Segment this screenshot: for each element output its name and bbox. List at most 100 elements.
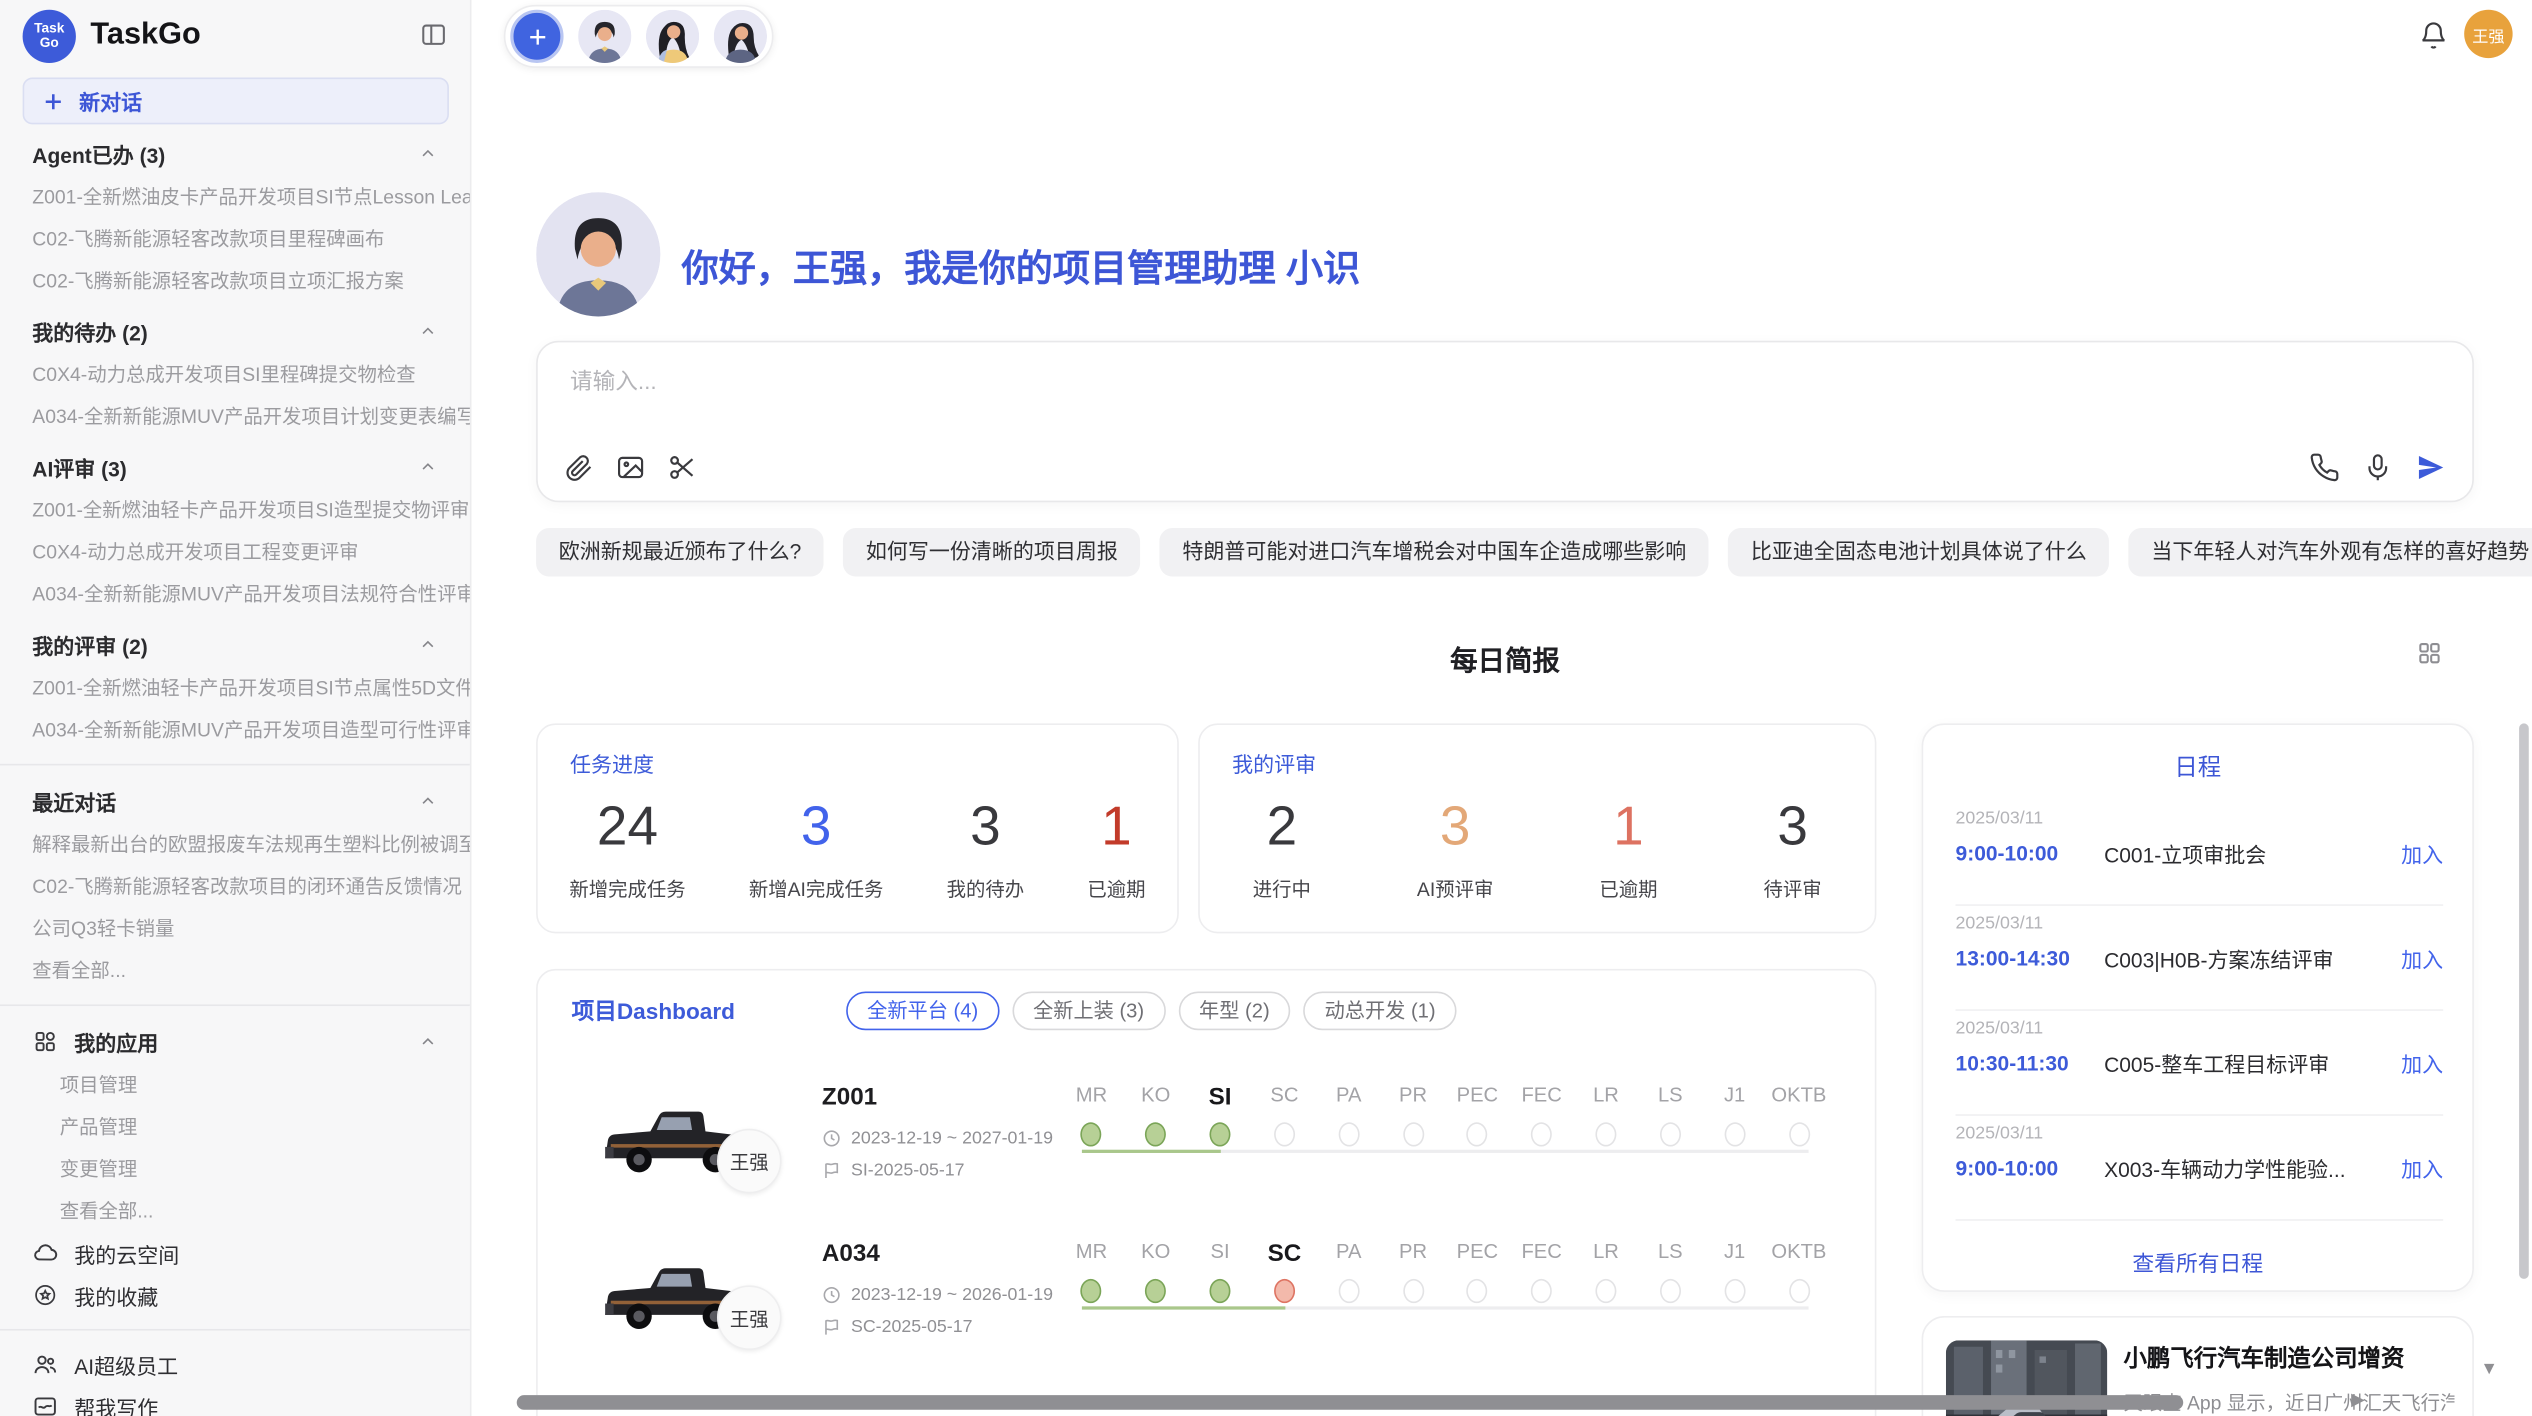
add-member-button[interactable] xyxy=(510,10,563,63)
milestone-dot-done[interactable] xyxy=(1145,1279,1166,1303)
view-all-apps-link[interactable]: 查看全部... xyxy=(0,1190,470,1232)
my-review-card: 我的评审 2进行中 3AI预评审 1已逾期 3待评审 xyxy=(1198,723,1876,933)
sidebar-item[interactable]: C02-飞腾新能源轻客改款项目的闭环通告反馈情况 xyxy=(0,866,470,908)
project-row[interactable]: 王强 Z001 2023-12-19 ~ 2027-01-19 SI-2025-… xyxy=(538,1067,1877,1224)
paperclip-icon[interactable] xyxy=(564,452,595,483)
tab-powertrain-dev[interactable]: 动总开发 (1) xyxy=(1304,991,1457,1030)
suggestion-chip[interactable]: 特朗普可能对进口汽车增税会对中国车企造成哪些影响 xyxy=(1160,528,1709,576)
sidebar-item-cloud-space[interactable]: 我的云空间 xyxy=(0,1232,470,1274)
milestone-dot[interactable] xyxy=(1595,1122,1616,1146)
flag-icon xyxy=(822,1318,841,1337)
milestone-dot[interactable] xyxy=(1467,1122,1488,1146)
section-header-agent-done[interactable]: Agent已办 (3) xyxy=(0,131,470,176)
project-date-range: 2023-12-19 ~ 2026-01-19 xyxy=(851,1285,1053,1304)
chevron-up-icon[interactable] xyxy=(418,1032,437,1051)
view-all-recent-link[interactable]: 查看全部... xyxy=(0,950,470,992)
vertical-scrollbar-thumb[interactable] xyxy=(2519,723,2529,1278)
sidebar-item[interactable]: A034-全新新能源MUV产品开发项目造型可行性评审 xyxy=(0,709,470,751)
stat-label: 已逾期 xyxy=(1087,875,1145,902)
sidebar-item[interactable]: C0X4-动力总成开发项目工程变更评审 xyxy=(0,531,470,573)
sidebar-collapse-icon[interactable] xyxy=(420,21,447,48)
view-all-schedule-link[interactable]: 查看所有日程 xyxy=(1923,1245,2472,1277)
tab-new-platform[interactable]: 全新平台 (4) xyxy=(846,991,999,1030)
tab-year-model[interactable]: 年型 (2) xyxy=(1178,991,1291,1030)
horizontal-scrollbar-thumb[interactable] xyxy=(517,1395,2183,1410)
section-header-my-apps[interactable]: 我的应用 xyxy=(0,1019,470,1064)
send-icon[interactable] xyxy=(2416,452,2447,483)
milestone-dot[interactable] xyxy=(1338,1122,1359,1146)
sidebar-app-product-mgmt[interactable]: 产品管理 xyxy=(0,1106,470,1148)
avatar[interactable] xyxy=(714,10,767,63)
chat-input[interactable] xyxy=(570,368,1700,394)
scissors-icon[interactable] xyxy=(667,452,698,483)
milestone-dot[interactable] xyxy=(1531,1122,1552,1146)
tab-new-body[interactable]: 全新上装 (3) xyxy=(1012,991,1165,1030)
milestone-dot[interactable] xyxy=(1403,1122,1424,1146)
join-link[interactable]: 加入 xyxy=(2401,1048,2443,1079)
chevron-up-icon[interactable] xyxy=(418,144,437,163)
section-header-my-review[interactable]: 我的评审 (2) xyxy=(0,622,470,667)
user-avatar[interactable]: 王强 xyxy=(2464,10,2512,58)
milestone-dot-done[interactable] xyxy=(1210,1279,1231,1303)
sidebar-item[interactable]: 公司Q3轻卡销量 xyxy=(0,908,470,950)
sidebar-item-help-me-write[interactable]: 帮我写作 xyxy=(0,1385,470,1416)
cloud-icon xyxy=(32,1240,58,1266)
milestone-dot[interactable] xyxy=(1724,1279,1745,1303)
section-header-my-todo[interactable]: 我的待办 (2) xyxy=(0,308,470,353)
image-icon[interactable] xyxy=(615,452,646,483)
milestone-dot[interactable] xyxy=(1467,1279,1488,1303)
chevron-up-icon[interactable] xyxy=(418,457,437,476)
sidebar-app-project-mgmt[interactable]: 项目管理 xyxy=(0,1064,470,1106)
milestone-dot[interactable] xyxy=(1403,1279,1424,1303)
microphone-icon[interactable] xyxy=(2362,452,2393,483)
milestone-dot-done[interactable] xyxy=(1145,1122,1166,1146)
sidebar-item-favorites[interactable]: 我的收藏 xyxy=(0,1274,470,1316)
milestone-dot[interactable] xyxy=(1788,1279,1809,1303)
milestone-dot[interactable] xyxy=(1788,1122,1809,1146)
section-header-recent[interactable]: 最近对话 xyxy=(0,778,470,823)
suggestion-chip[interactable]: 欧洲新规最近颁布了什么? xyxy=(536,528,824,576)
sidebar-item[interactable]: C02-飞腾新能源轻客改款项目里程碑画布 xyxy=(0,218,470,260)
join-link[interactable]: 加入 xyxy=(2401,838,2443,869)
briefing-layout-icon[interactable] xyxy=(2416,639,2443,666)
join-link[interactable]: 加入 xyxy=(2401,943,2443,974)
avatar[interactable] xyxy=(578,10,631,63)
notification-bell-icon[interactable] xyxy=(2419,21,2448,50)
sidebar-app-change-mgmt[interactable]: 变更管理 xyxy=(0,1148,470,1190)
chevron-up-icon[interactable] xyxy=(418,321,437,340)
scroll-down-arrow-icon[interactable]: ▼ xyxy=(2480,1360,2498,1379)
suggestion-chip[interactable]: 比亚迪全固态电池计划具体说了什么 xyxy=(1728,528,2109,576)
phone-icon[interactable] xyxy=(2309,452,2340,483)
sidebar-item[interactable]: Z001-全新燃油轻卡产品开发项目SI造型提交物评审 xyxy=(0,489,470,531)
milestone-dot-done[interactable] xyxy=(1210,1122,1231,1146)
sidebar-item[interactable]: Z001-全新燃油轻卡产品开发项目SI节点属性5D文件评审 xyxy=(0,667,470,709)
project-row[interactable]: 王强 A034 2023-12-19 ~ 2026-01-19 SC-2025-… xyxy=(538,1224,1877,1381)
sidebar-item[interactable]: A034-全新新能源MUV产品开发项目计划变更表编写 xyxy=(0,396,470,438)
join-link[interactable]: 加入 xyxy=(2401,1153,2443,1184)
sidebar-item[interactable]: Z001-全新燃油皮卡产品开发项目SI节点Lesson Learn报告 xyxy=(0,176,470,218)
milestone-dot-done[interactable] xyxy=(1081,1279,1102,1303)
milestone-dot-overdue[interactable] xyxy=(1274,1279,1295,1303)
app-title: TaskGo xyxy=(90,18,200,54)
sidebar-item-ai-super-staff[interactable]: AI超级员工 xyxy=(0,1344,470,1386)
chevron-up-icon[interactable] xyxy=(418,791,437,810)
milestone-dot[interactable] xyxy=(1338,1279,1359,1303)
milestone-dot[interactable] xyxy=(1595,1279,1616,1303)
scroll-right-arrow-icon[interactable]: ▶ xyxy=(2351,1389,2365,1410)
milestone-dot-done[interactable] xyxy=(1081,1122,1102,1146)
sidebar-item[interactable]: 解释最新出台的欧盟报废车法规再生塑料比例被调至15%... xyxy=(0,824,470,866)
milestone-dot[interactable] xyxy=(1724,1122,1745,1146)
avatar[interactable] xyxy=(646,10,699,63)
sidebar-item[interactable]: C02-飞腾新能源轻客改款项目立项汇报方案 xyxy=(0,260,470,302)
milestone-dot[interactable] xyxy=(1660,1122,1681,1146)
milestone-dot[interactable] xyxy=(1274,1122,1295,1146)
sidebar-item[interactable]: C0X4-动力总成开发项目SI里程碑提交物检查 xyxy=(0,354,470,396)
suggestion-chip[interactable]: 如何写一份清晰的项目周报 xyxy=(843,528,1140,576)
milestone-dot[interactable] xyxy=(1531,1279,1552,1303)
new-chat-button[interactable]: 新对话 xyxy=(23,78,449,125)
suggestion-chip[interactable]: 当下年轻人对汽车外观有怎样的喜好趋势 xyxy=(2129,528,2532,576)
milestone-dot[interactable] xyxy=(1660,1279,1681,1303)
section-header-ai-review[interactable]: AI评审 (3) xyxy=(0,444,470,489)
sidebar-item[interactable]: A034-全新新能源MUV产品开发项目法规符合性评审 xyxy=(0,573,470,615)
chevron-up-icon[interactable] xyxy=(418,635,437,654)
